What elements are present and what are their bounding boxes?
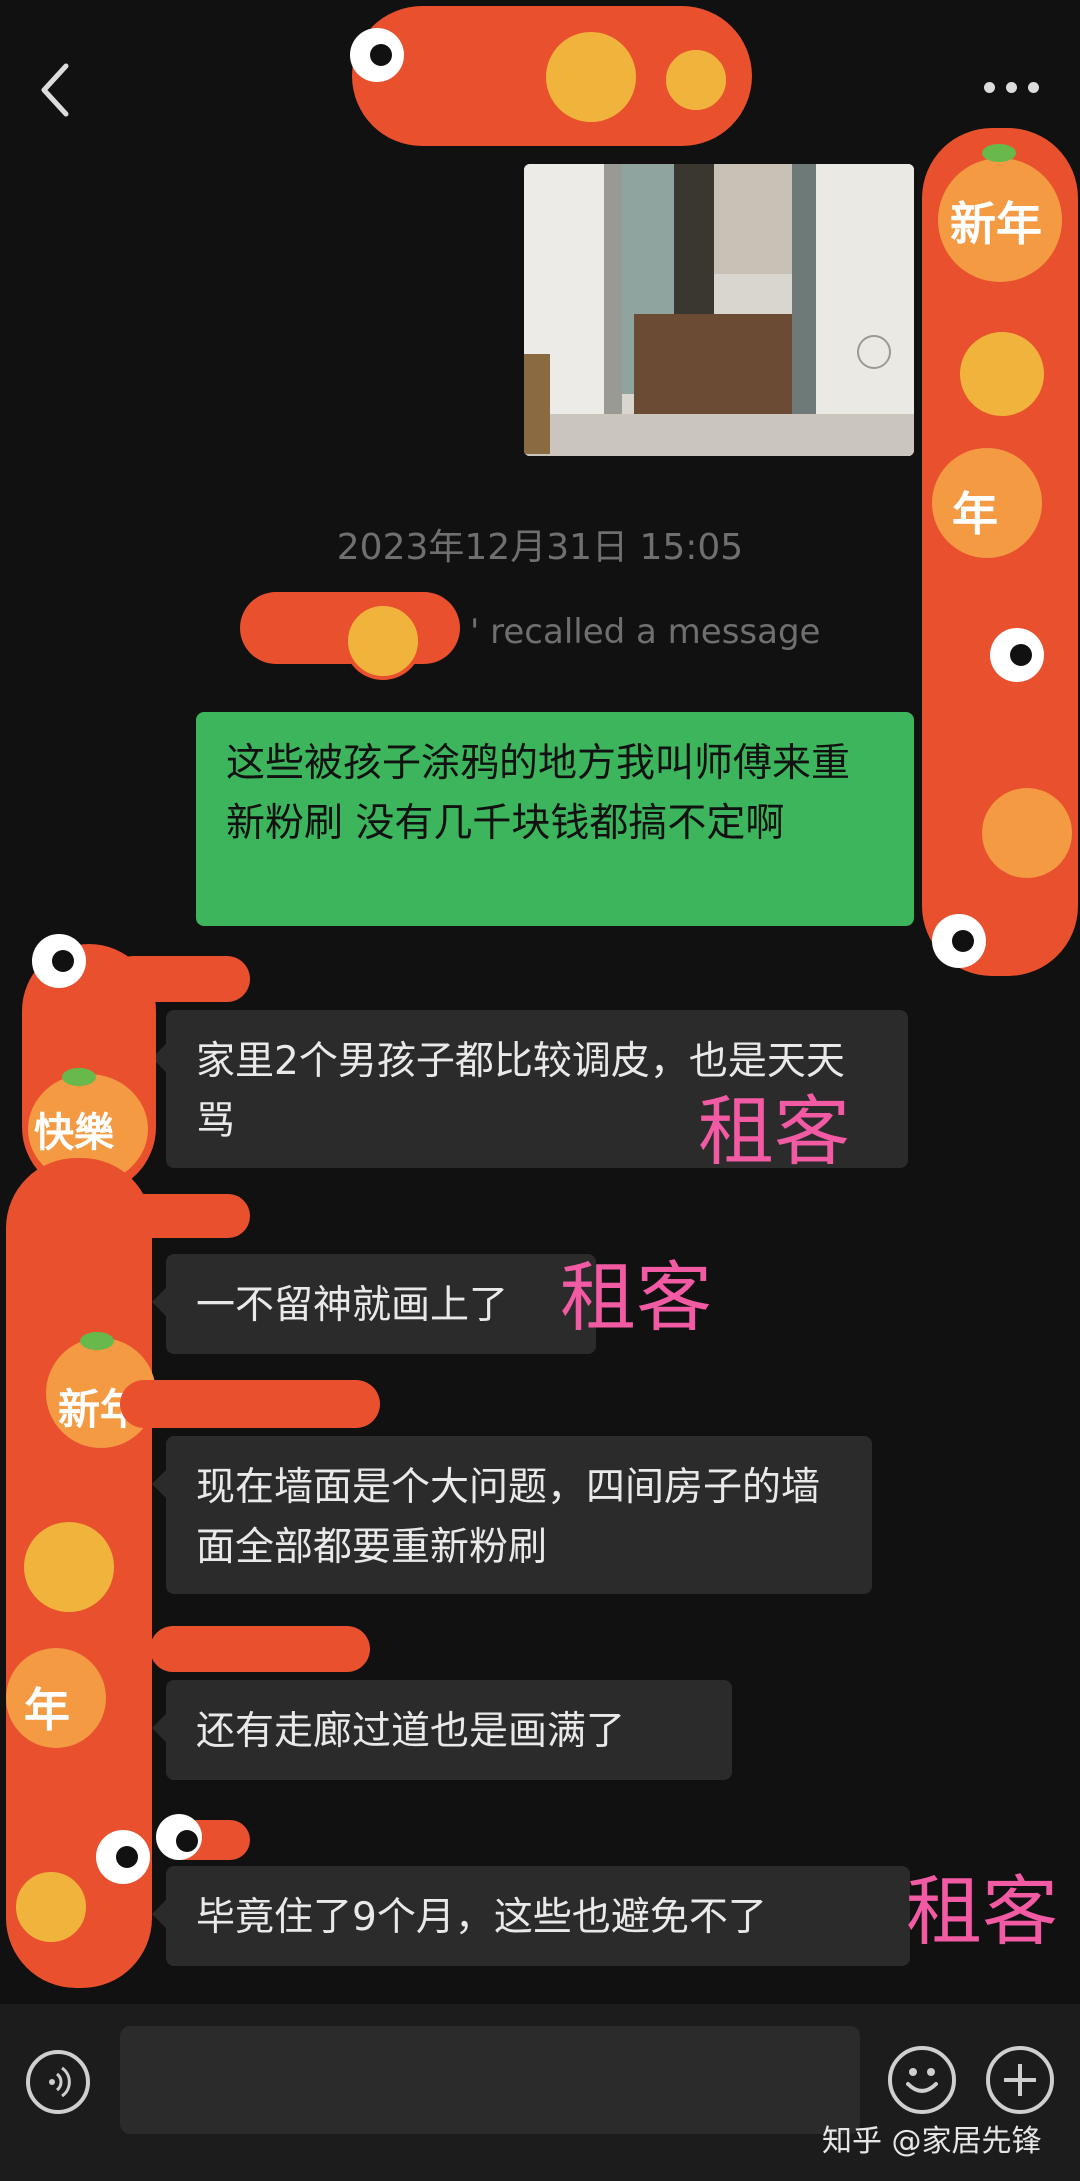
more-dots-icon[interactable] — [982, 72, 1042, 102]
censor-doodle-top — [350, 6, 752, 146]
censor-doodle-left: 新年 年 — [6, 1158, 156, 1988]
message-bubble-sent[interactable]: 这些被孩子涂鸦的地方我叫师傅来重新粉刷 没有几千块钱都搞不定啊 — [196, 712, 914, 926]
censor-doodle-stroke — [156, 1814, 250, 1860]
plus-icon[interactable] — [986, 2046, 1054, 2114]
message-bubble-received[interactable]: 现在墙面是个大问题，四间房子的墙面全部都要重新粉刷 — [152, 1436, 872, 1594]
annotation-tenant: 租客 — [906, 1867, 1058, 1956]
censor-doodle-right: 新年 年 — [922, 128, 1078, 976]
message-timestamp: 2023年12月31日 15:05 — [336, 527, 744, 568]
image-message[interactable] — [524, 164, 914, 456]
chevron-left-icon[interactable] — [36, 60, 76, 120]
emoji-icon[interactable] — [888, 2046, 956, 2114]
censor-doodle-stroke — [150, 1626, 370, 1672]
annotation-tenant: 租客 — [560, 1253, 712, 1342]
censor-doodle-stroke — [120, 1194, 250, 1238]
message-bubble-received[interactable]: 一不留神就画上了 — [152, 1254, 596, 1354]
watermark: 知乎 @家居先锋 — [822, 2124, 1042, 2159]
annotation-tenant: 租客 — [698, 1087, 850, 1176]
message-bubble-received[interactable]: 毕竟住了9个月，这些也避免不了 — [152, 1866, 910, 1966]
censor-doodle-stroke — [110, 956, 250, 1002]
censor-doodle-recall — [240, 592, 460, 680]
message-bubble-received[interactable]: 还有走廊过道也是画满了 — [152, 1680, 732, 1780]
message-input[interactable] — [120, 2026, 860, 2134]
recalled-notice: ' recalled a message — [470, 612, 821, 652]
voice-icon[interactable] — [26, 2050, 90, 2114]
censor-doodle-stroke — [120, 1380, 380, 1428]
